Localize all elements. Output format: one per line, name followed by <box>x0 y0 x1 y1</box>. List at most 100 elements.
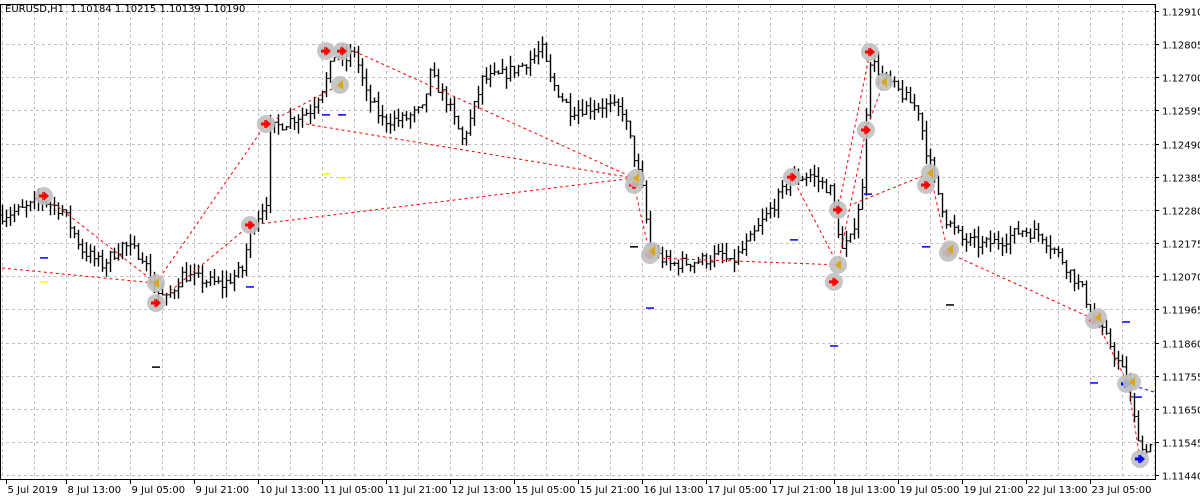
zigzag-line <box>155 123 267 284</box>
ohlc-bar <box>208 270 213 287</box>
ohlc-bar <box>8 206 13 226</box>
ohlc-bar <box>692 261 697 274</box>
x-tick-label: 11 Jul 21:00 <box>388 485 448 496</box>
ohlc-bar <box>764 207 769 222</box>
ohlc-bar <box>128 234 133 256</box>
ohlc-bar <box>708 255 713 271</box>
ohlc-bar <box>264 196 269 221</box>
ohlc-bar <box>432 62 437 78</box>
chart-title: EURUSD,H1 1.10184 1.10215 1.10139 1.1019… <box>5 4 245 15</box>
ohlc-bar <box>144 255 149 272</box>
x-tick-label: 9 Jul 21:00 <box>196 485 250 496</box>
ohlc-bar <box>892 76 897 88</box>
ohlc-bar <box>484 67 489 84</box>
x-tick-label: 8 Jul 13:00 <box>68 485 122 496</box>
ohlc-bar <box>660 246 665 269</box>
ohlc-bar <box>624 109 629 130</box>
ohlc-bar <box>88 244 93 264</box>
x-tick-label: 15 Jul 05:00 <box>516 485 576 496</box>
ohlc-bar <box>1108 328 1113 350</box>
ohlc-bar <box>372 97 377 103</box>
ohlc-bar <box>140 252 145 264</box>
price-chart[interactable]: 1.12910 1.12805 1.12700 1.12595 1.12490 1.123… <box>0 0 1200 500</box>
ohlc-bar <box>420 104 425 109</box>
orange-signal-marker <box>1123 372 1141 391</box>
x-tick-label: 5 Jul 2019 <box>8 485 58 496</box>
ohlc-bar <box>1072 268 1077 292</box>
ohlc-bar <box>1148 443 1153 453</box>
ohlc-bar <box>812 164 817 187</box>
y-tick-label: 1.12595 <box>1162 107 1200 118</box>
ohlc-bar <box>4 209 9 228</box>
ohlc-bar <box>380 105 385 126</box>
ohlc-bar <box>428 68 433 97</box>
ohlc-bar <box>68 205 73 239</box>
time-axis[interactable]: 5 Jul 2019 8 Jul 13:00 9 Jul 05:00 9 Jul 21… <box>6 480 1152 496</box>
ohlc-bar <box>572 106 577 120</box>
y-tick-label: 1.11545 <box>1162 439 1200 450</box>
symbol-timeframe: EURUSD,H1 <box>5 4 65 15</box>
ohlc-bar <box>304 108 309 116</box>
y-tick-label: 1.11755 <box>1162 373 1200 384</box>
red-signal-marker <box>147 294 165 313</box>
y-tick-label: 1.12280 <box>1162 207 1200 218</box>
ohlc-bar <box>632 135 637 167</box>
ohlc-bar <box>12 203 17 223</box>
red-signal-marker <box>783 168 801 187</box>
ohlc-bar <box>680 251 685 273</box>
orange-signal-marker <box>875 73 893 92</box>
ohlc-bar <box>204 279 209 288</box>
ohlc-bar <box>528 50 533 76</box>
ohlc-bar <box>616 98 621 116</box>
ohlc-readout: 1.10184 1.10215 1.10139 1.10190 <box>70 4 246 15</box>
ohlc-bar <box>972 228 977 248</box>
ohlc-bar <box>424 93 429 113</box>
ohlc-bar <box>716 243 721 256</box>
red-signal-marker <box>241 216 259 235</box>
ohlc-bar <box>772 198 777 218</box>
ohlc-bar <box>996 231 1001 250</box>
ohlc-bar <box>668 249 673 271</box>
ohlc-bar <box>460 126 465 146</box>
ohlc-bar <box>672 261 677 266</box>
ohlc-bar <box>360 58 365 87</box>
ohlc-bar <box>740 240 745 255</box>
ohlc-bar <box>448 98 453 112</box>
ohlc-bar <box>568 93 573 127</box>
ohlc-bar <box>512 65 517 79</box>
ohlc-bar <box>712 245 717 268</box>
red-signal-marker <box>35 187 53 206</box>
ohlc-bar <box>960 225 965 246</box>
ohlc-bar <box>72 226 77 239</box>
ohlc-bar <box>368 84 373 113</box>
ohlc-bar <box>644 180 649 224</box>
ohlc-bar <box>524 64 529 75</box>
ohlc-bar <box>756 217 761 232</box>
ohlc-bar <box>188 264 193 282</box>
x-tick-label: 19 Jul 05:00 <box>900 485 960 496</box>
ohlc-bar <box>856 203 861 239</box>
ohlc-bar <box>828 184 833 196</box>
ohlc-bar <box>700 252 705 266</box>
price-axis[interactable]: 1.12910 1.12805 1.12700 1.12595 1.12490 1.123… <box>1155 8 1200 483</box>
ohlc-bar <box>20 199 25 208</box>
ohlc-bar <box>356 45 361 74</box>
ohlc-bar <box>1076 274 1081 290</box>
red-signal-marker <box>829 200 847 219</box>
red-signal-marker <box>317 42 335 61</box>
ohlc-bar <box>816 167 821 193</box>
ohlc-bar <box>556 84 561 98</box>
ohlc-bar <box>228 273 233 285</box>
x-tick-label: 10 Jul 13:00 <box>260 485 320 496</box>
ohlc-bar <box>760 208 765 235</box>
ohlc-bar <box>244 243 249 277</box>
ohlc-bars <box>0 36 1153 454</box>
ohlc-bar <box>728 258 733 261</box>
red-signal-marker <box>825 272 843 291</box>
ohlc-bar <box>52 196 57 215</box>
ohlc-bar <box>612 94 617 107</box>
ohlc-bar <box>1048 235 1053 259</box>
ohlc-bar <box>444 86 449 113</box>
ohlc-bar <box>1020 230 1025 238</box>
ohlc-bar <box>552 73 557 92</box>
